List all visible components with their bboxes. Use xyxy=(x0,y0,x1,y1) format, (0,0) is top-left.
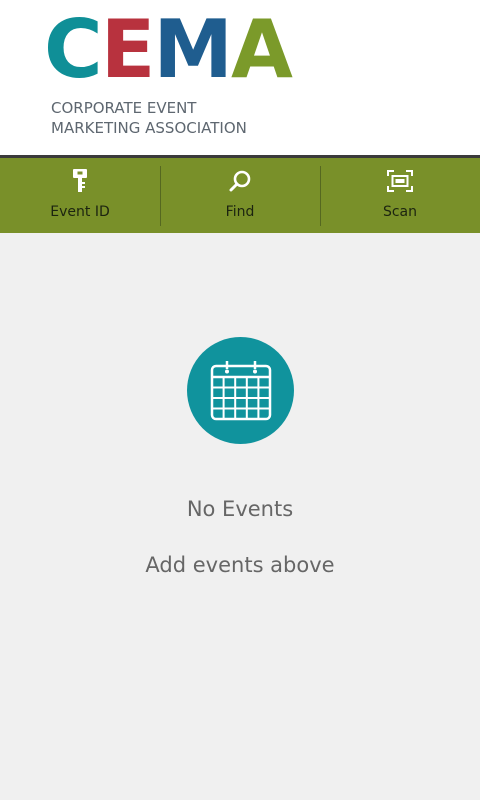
logo-subtitle: CORPORATE EVENT MARKETING ASSOCIATION xyxy=(51,98,247,138)
logo-letter-c: C xyxy=(44,3,103,96)
logo-subtitle-line1: CORPORATE EVENT xyxy=(51,99,197,117)
header: C E M A CORPORATE EVENT MARKETING ASSOCI… xyxy=(0,0,480,155)
scan-button[interactable]: Scan xyxy=(320,158,480,233)
empty-state-subtitle: Add events above xyxy=(145,553,335,577)
logo-letter-m: M xyxy=(153,3,233,96)
event-id-button[interactable]: Event ID xyxy=(0,158,160,233)
find-button[interactable]: Find xyxy=(160,158,320,233)
logo-subtitle-line2: MARKETING ASSOCIATION xyxy=(51,119,247,137)
logo-letter-a: A xyxy=(230,3,293,96)
empty-state-title: No Events xyxy=(186,497,294,521)
empty-state: No Events Add events above xyxy=(0,233,480,800)
app-screen: C E M A CORPORATE EVENT MARKETING ASSOCI… xyxy=(0,0,480,800)
scan-icon xyxy=(387,168,413,194)
find-label: Find xyxy=(225,204,255,220)
cema-logo: C E M A xyxy=(44,3,293,96)
key-icon xyxy=(67,168,93,194)
scan-label: Scan xyxy=(382,204,418,220)
calendar-icon xyxy=(187,337,294,444)
logo-letter-e: E xyxy=(100,3,156,96)
action-toolbar: Event ID Find Scan xyxy=(0,155,480,233)
event-id-label: Event ID xyxy=(50,204,110,220)
search-icon xyxy=(227,168,253,194)
